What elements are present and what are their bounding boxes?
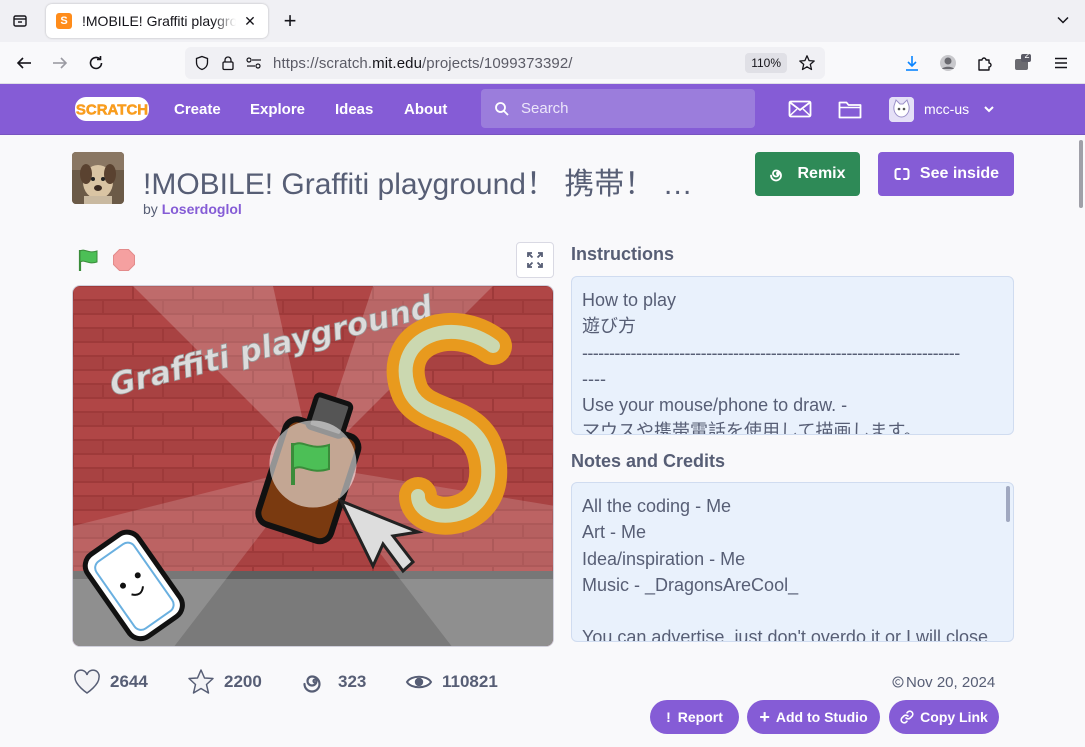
browser-nav-bar: https://scratch.mit.edu/projects/1099373…	[0, 42, 1085, 84]
reload-icon[interactable]	[84, 51, 108, 75]
project-author-line: by Loserdoglol	[143, 201, 242, 217]
nav-create[interactable]: Create	[174, 84, 221, 135]
see-inside-button[interactable]: See inside	[878, 152, 1014, 196]
chevron-down-icon[interactable]	[1053, 10, 1073, 30]
author-link[interactable]: Loserdoglol	[162, 201, 242, 217]
green-flag-icon[interactable]	[77, 248, 101, 272]
back-arrow-icon[interactable]	[12, 51, 36, 75]
svg-text:SCRATCH: SCRATCH	[76, 102, 148, 119]
view-count: 110821	[442, 672, 498, 691]
username: mcc-us	[924, 101, 970, 117]
my-stuff-folder-icon[interactable]	[837, 97, 863, 121]
notes-title: Notes and Credits	[571, 451, 726, 471]
love-count: 2644	[110, 672, 148, 691]
instructions-title: Instructions	[571, 244, 675, 264]
lock-icon[interactable]	[219, 54, 237, 72]
see-inside-label: See inside	[919, 165, 1000, 182]
project-date: Nov 20, 2024	[892, 674, 995, 691]
add-to-studio-label: Add to Studio	[775, 709, 868, 725]
address-bar[interactable]: https://scratch.mit.edu/projects/1099373…	[185, 47, 825, 79]
browser-tab-active[interactable]: S !MOBILE! Graffiti playground！ 携帯！ 落書き …	[46, 4, 268, 38]
instructions-line: Use your mouse/phone to draw. -	[582, 395, 848, 416]
fullscreen-button[interactable]	[516, 242, 554, 278]
notes-line: Music - _DragonsAreCool_	[582, 574, 799, 595]
remix-count: 323	[338, 672, 367, 691]
view-stat: 110821	[404, 667, 498, 697]
search-placeholder: Search	[521, 100, 569, 117]
extension-badge-icon[interactable]: 2	[1010, 50, 1034, 75]
messages-envelope-icon[interactable]	[787, 97, 813, 121]
tab-list-icon[interactable]	[8, 9, 32, 33]
notes-line: Idea/inspiration - Me	[582, 548, 746, 569]
report-label: Report	[677, 709, 723, 725]
nav-explore[interactable]: Explore	[250, 84, 305, 135]
instructions-line: マウスや携帯電話を使用して描画します。	[582, 421, 922, 435]
remix-label: Remix	[797, 165, 846, 182]
plus-icon: +	[759, 706, 770, 727]
remix-swirl-icon	[300, 667, 330, 697]
zoom-level-badge[interactable]: 110%	[745, 53, 787, 73]
avatar	[889, 96, 914, 122]
url-text[interactable]: https://scratch.mit.edu/projects/1099373…	[273, 55, 573, 72]
link-icon	[900, 710, 914, 724]
stop-sign-icon[interactable]	[112, 248, 136, 272]
browser-tab-bar: S !MOBILE! Graffiti playground！ 携帯！ 落書き …	[0, 0, 1085, 42]
scratch-favicon-icon: S	[56, 13, 72, 29]
new-tab-icon[interactable]: +	[278, 8, 302, 33]
notes-line: You can advertise, just don't overdo it …	[582, 627, 988, 642]
notes-scrollbar[interactable]	[1006, 486, 1010, 522]
nav-about[interactable]: About	[404, 84, 447, 135]
nav-ideas[interactable]: Ideas	[335, 84, 373, 135]
forward-arrow-icon[interactable]	[48, 51, 72, 75]
star-icon	[186, 667, 216, 697]
favorite-count: 2200	[224, 672, 262, 691]
remix-stat: 323	[300, 667, 366, 697]
remix-button[interactable]: Remix	[755, 152, 860, 196]
downloads-icon[interactable]	[900, 51, 924, 75]
instructions-line: ----	[582, 368, 606, 389]
project-stage[interactable]: Graffiti playground	[72, 285, 554, 647]
date-text: Nov 20, 2024	[906, 674, 996, 691]
notes-line	[582, 598, 1003, 624]
heart-icon	[72, 667, 102, 697]
search-icon	[493, 100, 511, 118]
see-inside-icon	[894, 168, 910, 180]
fullscreen-icon	[527, 252, 543, 268]
shield-icon[interactable]	[193, 54, 211, 72]
notes-line: All the coding - Me	[582, 496, 732, 516]
report-button[interactable]: ! Report	[650, 700, 739, 734]
search-input[interactable]: Search	[481, 89, 755, 128]
user-menu[interactable]: mcc-us	[889, 94, 995, 124]
copy-link-label: Copy Link	[920, 709, 988, 725]
add-to-studio-button[interactable]: + Add to Studio	[747, 700, 880, 734]
tab-title: !MOBILE! Graffiti playground！ 携帯！ 落書き	[82, 13, 236, 29]
exclamation-icon: !	[666, 709, 671, 725]
copy-link-button[interactable]: Copy Link	[889, 700, 999, 734]
page-title: !MOBILE! Graffiti playground！ 携帯！ …	[143, 168, 693, 201]
love-stat[interactable]: 2644	[72, 667, 148, 697]
hamburger-menu-icon[interactable]	[1049, 51, 1073, 75]
chevron-down-icon	[984, 106, 994, 113]
notes-line: Art - Me	[582, 522, 647, 543]
instructions-line: How to play	[582, 290, 677, 310]
by-label: by	[143, 201, 158, 217]
extensions-puzzle-icon[interactable]	[973, 51, 997, 75]
tab-close-icon[interactable]: ✕	[242, 13, 258, 29]
notes-box[interactable]: All the coding - Me Art - Me Idea/inspir…	[571, 482, 1014, 642]
author-avatar[interactable]	[72, 152, 124, 204]
bookmark-star-icon[interactable]	[797, 53, 817, 73]
instructions-box[interactable]: How to play 遊び方 ------------------------…	[571, 276, 1014, 435]
remix-swirl-icon	[770, 169, 783, 182]
site-permissions-icon[interactable]	[245, 54, 263, 72]
scratch-header: SCRATCH Create Explore Ideas About Searc…	[0, 84, 1085, 135]
page-scrollbar[interactable]	[1079, 140, 1083, 208]
scratch-logo[interactable]: SCRATCH	[74, 96, 150, 122]
account-avatar-icon[interactable]	[936, 51, 960, 75]
instructions-line: ----------------------------------------…	[582, 342, 960, 363]
copyright-icon	[892, 676, 904, 688]
eye-icon	[404, 667, 434, 697]
instructions-line: 遊び方	[582, 316, 636, 337]
extension-count-badge: 2	[1024, 50, 1030, 60]
favorite-stat[interactable]: 2200	[186, 667, 262, 697]
